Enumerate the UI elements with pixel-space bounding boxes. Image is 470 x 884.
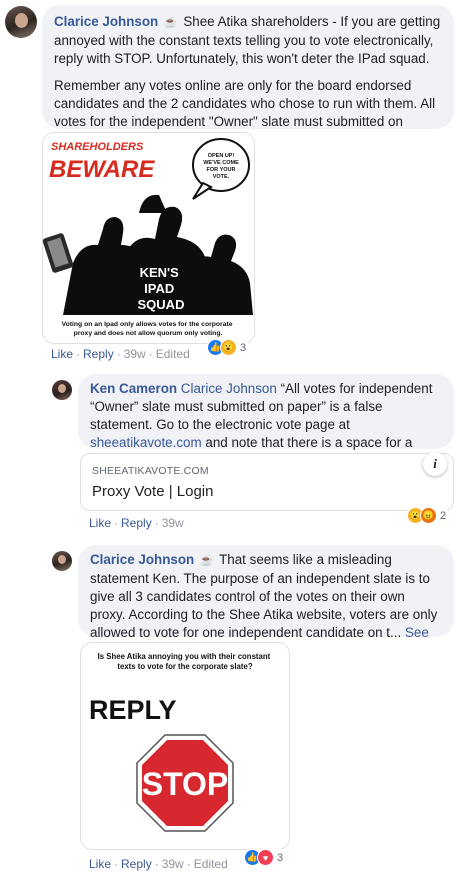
poster-header-line2: BEWARE [49,156,155,183]
timestamp[interactable]: 39w [162,857,184,871]
comment-actions: Like · Reply · 39w · Edited [89,857,228,871]
reaction-count: 2 [440,509,447,522]
poster-question: Is Shee Atika annoying you with their co… [98,652,273,671]
reactions-summary[interactable]: 👍 ♥ 3 [243,848,287,867]
avatar[interactable] [52,380,72,400]
comment-author[interactable]: Clarice Johnson [90,552,194,567]
comment-actions: Like · Reply · 39w [89,516,184,530]
like-button[interactable]: Like [89,516,111,530]
comment-image[interactable]: Is Shee Atika annoying you with their co… [80,642,290,850]
timestamp[interactable]: 39w [162,516,184,530]
reply-button[interactable]: Reply [121,857,152,871]
avatar-face [58,384,66,393]
stop-word: STOP [142,766,229,802]
comment-author[interactable]: Ken Cameron [90,381,177,396]
info-icon[interactable]: i [423,452,447,476]
coffee-icon: ☕ [199,555,214,567]
reaction-count: 3 [277,851,284,864]
reply-stop-poster: Is Shee Atika annoying you with their co… [81,643,289,849]
comment-author[interactable]: Clarice Johnson [54,14,158,29]
angry-reaction-icon: 😠 [420,507,437,524]
avatar-face [58,555,66,564]
coffee-icon: ☕ [163,17,178,29]
comment-bubble: Clarice Johnson ☕ Shee Atika shareholder… [42,5,454,147]
timestamp[interactable]: 39w [124,347,146,361]
wow-reaction-icon: 😮 [220,339,237,356]
comment-bubble: Ken Cameron Clarice Johnson “All votes f… [78,374,454,468]
squad-label: KEN'S IPAD SQUAD [138,265,185,312]
avatar-face [15,13,28,28]
link-preview-card[interactable]: SHEEATIKAVOTE.COM Proxy Vote | Login i [80,452,454,511]
avatar[interactable] [5,6,37,38]
comment-bubble: Clarice Johnson ☕ That seems like a misl… [78,545,454,658]
reply-button[interactable]: Reply [83,347,114,361]
reaction-count: 3 [240,341,247,354]
shareholders-beware-poster: SHAREHOLDERS BEWARE OPEN UP! WE'VE COME FO… [43,133,254,343]
poster-header-line1: SHAREHOLDERS [51,141,144,153]
edited-label[interactable]: Edited [156,347,190,361]
mention-link[interactable]: Clarice Johnson [181,381,277,396]
website-link[interactable]: sheeatikavote.com [90,435,202,450]
link-domain: SHEEATIKAVOTE.COM [92,465,209,477]
reactions-summary[interactable]: 😮 😠 2 [406,506,450,525]
comment-actions: Like · Reply · 39w · Edited [51,347,190,361]
edited-label[interactable]: Edited [194,857,228,871]
love-reaction-icon: ♥ [257,849,274,866]
avatar[interactable] [52,551,72,571]
reactions-summary[interactable]: 👍 😮 3 [206,338,250,357]
info-icon-glyph: i [433,456,437,471]
like-button[interactable]: Like [89,857,111,871]
comment-image[interactable]: SHAREHOLDERS BEWARE OPEN UP! WE'VE COME FO… [42,132,255,344]
link-title: Proxy Vote | Login [92,483,214,500]
like-button[interactable]: Like [51,347,73,361]
reply-button[interactable]: Reply [121,516,152,530]
comment-text: Clarice Johnson ☕ Shee Atika shareholder… [54,13,442,68]
reply-word: REPLY [89,695,177,725]
